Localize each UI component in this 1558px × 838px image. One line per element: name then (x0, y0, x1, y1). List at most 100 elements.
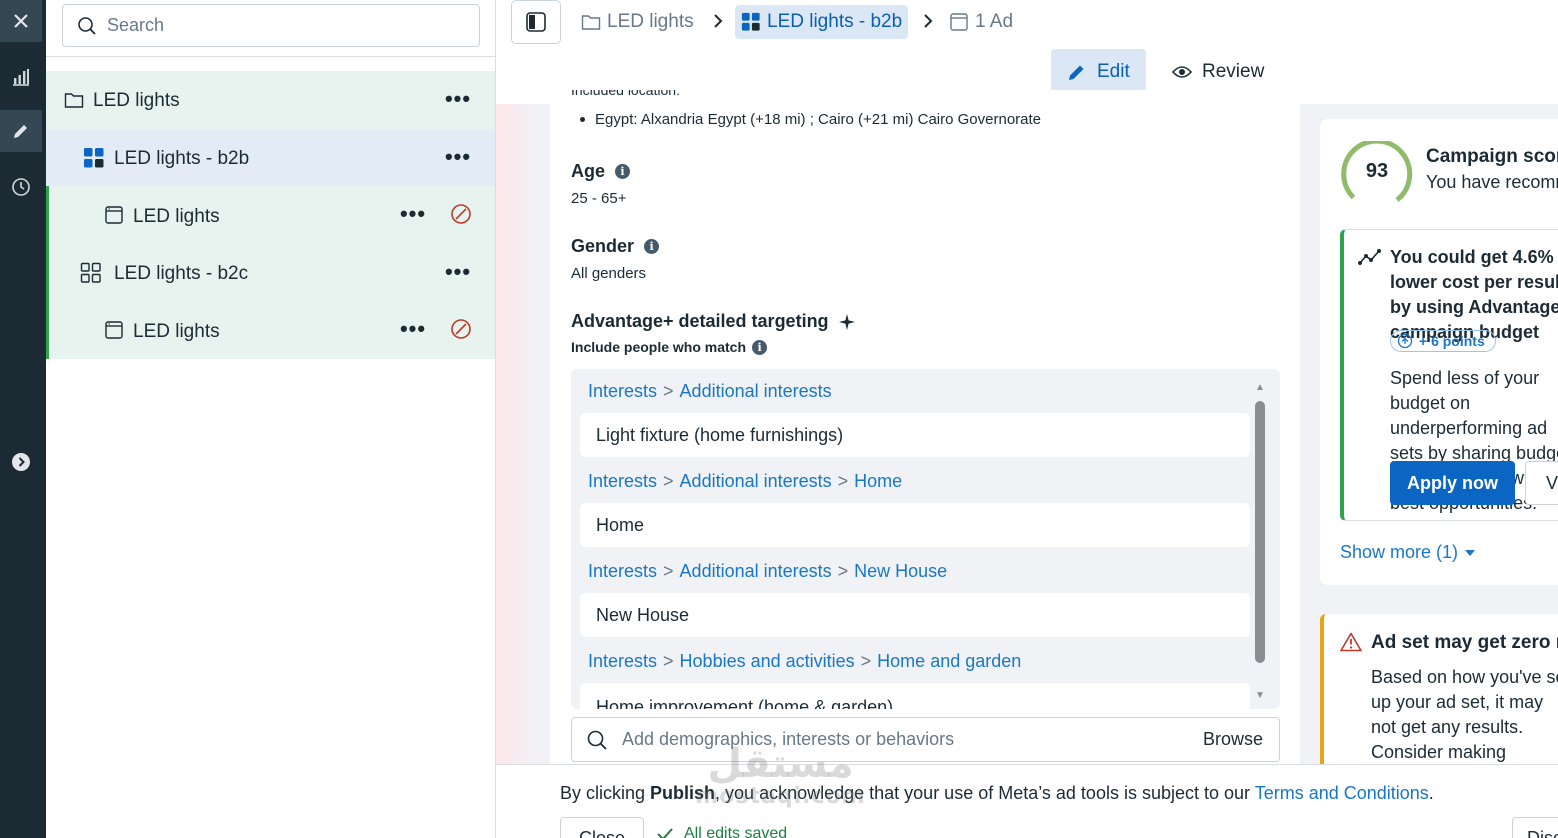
path-segment[interactable]: Home (854, 471, 902, 491)
interest-item[interactable]: Home improvement (home & garden) (580, 683, 1250, 709)
folder-icon (63, 89, 85, 111)
age-label: Age (571, 161, 606, 181)
sparkle-icon (838, 313, 855, 330)
watermark-latin: mostaqi.com (695, 784, 866, 809)
tree-row-ad-b2c[interactable]: LED lights ••• (46, 301, 495, 359)
edit-mode-button[interactable] (0, 110, 42, 152)
more-options-icon[interactable]: ••• (445, 260, 471, 282)
breadcrumb-label: LED lights (607, 11, 694, 32)
ad-off-icon[interactable] (450, 318, 472, 340)
sidebar-toggle-icon (526, 12, 546, 32)
review-mode-tab[interactable]: Review (1156, 49, 1280, 94)
path-segment[interactable]: Additional interests (680, 561, 832, 581)
publish-footer: By clicking Publish, you acknowledge tha… (496, 764, 1558, 838)
notice-period: . (1428, 783, 1434, 803)
tree-row-label: LED lights - b2b (114, 147, 250, 169)
tree-row-adset-b2b[interactable]: LED lights - b2b ••• (46, 128, 495, 186)
discard-button[interactable]: Discard (1512, 817, 1558, 838)
search-icon (78, 16, 96, 35)
pencil-icon (1069, 65, 1084, 80)
apply-now-button[interactable]: Apply now (1390, 461, 1515, 505)
close-button[interactable]: Close (560, 817, 644, 838)
points-badge: + 6 points (1390, 330, 1496, 352)
close-icon (14, 14, 28, 28)
scrollbar-thumb[interactable] (1255, 401, 1265, 663)
breadcrumb-campaign[interactable]: LED lights (581, 6, 694, 38)
tree-row-ad-b2b[interactable]: LED lights ••• (46, 186, 495, 244)
edit-icon (14, 125, 27, 138)
age-value: 25 - 65+ (571, 190, 627, 207)
info-icon[interactable]: i (752, 339, 768, 355)
edit-label: Edit (1097, 60, 1130, 82)
more-options-icon[interactable]: ••• (445, 88, 471, 110)
info-icon[interactable]: i (644, 239, 660, 254)
toggle-panel-button[interactable] (511, 0, 561, 44)
browse-button[interactable]: Browse (1203, 729, 1263, 750)
history-button[interactable] (0, 166, 42, 208)
breadcrumb-label: 1 Ad (975, 11, 1014, 32)
interest-item[interactable]: New House (580, 593, 1250, 637)
more-options-icon[interactable]: ••• (400, 318, 426, 340)
path-segment[interactable]: Additional interests (680, 381, 832, 401)
location-item: Egypt: Alxandria Egypt (+18 mi) ; Cairo … (580, 111, 1041, 128)
include-label: Include people who match (571, 339, 747, 355)
more-options-icon[interactable]: ••• (445, 145, 471, 167)
ad-off-icon[interactable] (450, 203, 472, 225)
reporting-button[interactable] (0, 56, 42, 98)
tree-search[interactable] (62, 4, 480, 47)
include-people-label: Include people who match i (571, 339, 768, 355)
chevron-right-icon (714, 14, 723, 28)
detailed-targeting-title: Advantage+ detailed targeting (571, 311, 855, 332)
terms-link[interactable]: Terms and Conditions (1255, 783, 1429, 803)
divider (46, 56, 496, 57)
ad-icon (103, 204, 125, 226)
edit-mode-tab[interactable]: Edit (1051, 49, 1146, 94)
interest-path: Interests > Additional interests (588, 381, 832, 401)
path-segment[interactable]: Interests (588, 471, 657, 491)
left-rail (0, 0, 46, 838)
interests-list[interactable]: Interests > Additional interests Light fix… (571, 369, 1280, 709)
path-segment[interactable]: Hobbies and activities (680, 651, 855, 671)
tree-row-adset-b2c[interactable]: LED lights - b2c ••• (46, 243, 495, 301)
show-more-link[interactable]: Show more (1) (1340, 542, 1476, 563)
interest-item[interactable]: Light fixture (home furnishings) (580, 413, 1250, 457)
expand-rail-button[interactable] (0, 441, 42, 483)
campaign-score-title: Campaign score (1426, 146, 1558, 167)
path-segment[interactable]: Home and garden (877, 651, 1021, 671)
age-title: Age i (571, 161, 631, 182)
path-segment[interactable]: Interests (588, 381, 657, 401)
path-segment[interactable]: New House (854, 561, 947, 581)
info-icon[interactable]: i (615, 164, 631, 179)
breadcrumb-ads[interactable]: 1 Ad (949, 6, 1013, 38)
tree-row-campaign[interactable]: LED lights ••• (46, 71, 495, 129)
search-icon (587, 730, 607, 750)
history-icon (12, 178, 30, 196)
path-segment[interactable]: Interests (588, 651, 657, 671)
breadcrumb-adset[interactable]: LED lights - b2b (735, 5, 909, 39)
path-segment[interactable]: Interests (588, 561, 657, 581)
close-button[interactable] (0, 0, 42, 42)
scroll-down-icon[interactable]: ▼ (1254, 691, 1266, 701)
gender-label: Gender (571, 236, 635, 256)
campaign-score-subtitle: You have recommendations (1426, 172, 1558, 192)
chevron-right-icon (924, 14, 933, 28)
view-button[interactable]: View (1525, 461, 1558, 505)
detailed-targeting-label: Advantage+ detailed targeting (571, 311, 829, 331)
interest-item[interactable]: Home (580, 503, 1250, 547)
path-segment[interactable]: Additional interests (680, 471, 832, 491)
adset-icon (80, 262, 102, 284)
more-options-icon[interactable]: ••• (400, 203, 426, 225)
save-status-label: All edits saved (684, 825, 788, 838)
adset-active-icon (83, 147, 105, 169)
tree-row-label: LED lights - b2c (114, 262, 249, 284)
scroll-up-icon[interactable]: ▲ (1254, 383, 1266, 393)
warning-title: Ad set may get zero results (1371, 632, 1558, 653)
notice-text: By clicking (560, 783, 651, 803)
caret-down-icon (1465, 549, 1476, 556)
interest-path: Interests > Additional interests > New House (588, 561, 948, 581)
tree-row-label: LED lights (133, 206, 220, 227)
search-input[interactable] (107, 15, 447, 36)
chevron-right-icon (12, 453, 30, 471)
tree-row-label: LED lights (93, 90, 180, 111)
add-targeting-field[interactable]: Browse (571, 717, 1280, 762)
